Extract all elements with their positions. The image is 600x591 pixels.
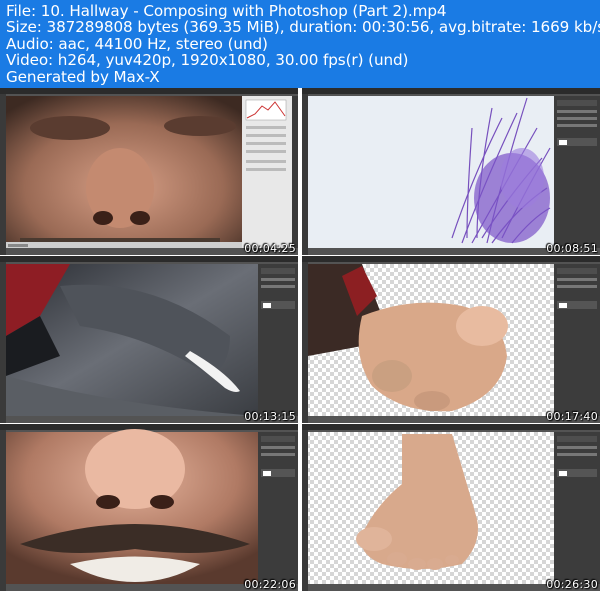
- timestamp-label: 00:17:40: [546, 410, 598, 423]
- timestamp-label: 00:08:51: [546, 242, 598, 255]
- video-thumbnail[interactable]: 00:17:40: [302, 256, 600, 423]
- video-thumbnail[interactable]: 00:26:30: [302, 424, 600, 591]
- video-thumbnail[interactable]: 00:04:25: [0, 88, 298, 255]
- photoshop-screenshot: [302, 88, 600, 255]
- video-thumbnail[interactable]: 00:08:51: [302, 88, 600, 255]
- audio-info-line: Audio: aac, 44100 Hz, stereo (und): [6, 34, 268, 53]
- file-name-line: File: 10. Hallway - Composing with Photo…: [6, 2, 447, 20]
- generator-line: Generated by Max-X: [6, 67, 160, 86]
- video-thumbnail[interactable]: 00:22:06: [0, 424, 298, 591]
- timestamp-label: 00:22:06: [244, 578, 296, 591]
- photoshop-screenshot: [0, 256, 298, 423]
- timestamp-label: 00:26:30: [546, 578, 598, 591]
- video-thumbnail[interactable]: 00:13:15: [0, 256, 298, 423]
- photoshop-screenshot: [0, 88, 298, 255]
- timestamp-label: 00:04:25: [244, 242, 296, 255]
- file-info-header: File: 10. Hallway - Composing with Photo…: [0, 0, 600, 88]
- timestamp-label: 00:13:15: [244, 410, 296, 423]
- photoshop-screenshot: [302, 256, 600, 423]
- photoshop-screenshot: [0, 424, 298, 591]
- video-info-line: Video: h264, yuv420p, 1920x1080, 30.00 f…: [6, 51, 409, 70]
- photoshop-screenshot: [302, 424, 600, 591]
- file-size-line: Size: 387289808 bytes (369.35 MiB), dura…: [6, 18, 600, 37]
